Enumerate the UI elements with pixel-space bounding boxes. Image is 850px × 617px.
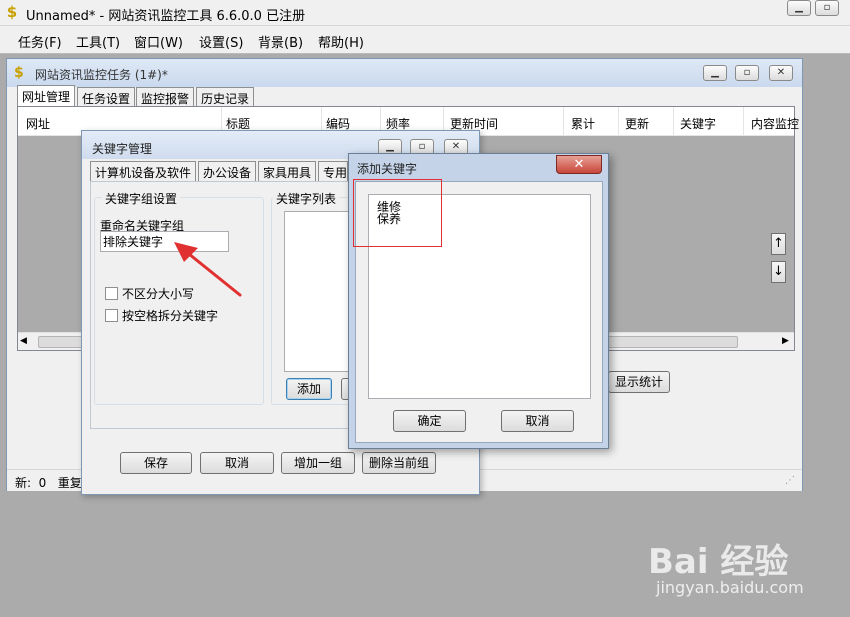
menu-task[interactable]: 任务(F) <box>18 32 62 51</box>
task-window-title-bar: $ 网站资讯监控任务 (1#)* ▁ ▫ ✕ <box>7 59 802 87</box>
tab-monitor-alarm[interactable]: 监控报警 <box>136 87 195 107</box>
close-icon[interactable]: ✕ <box>556 155 602 174</box>
column-header[interactable]: 内容监控 <box>751 115 799 132</box>
restore-icon[interactable]: ▫ <box>735 65 759 81</box>
main-title-bar: $ Unnamed* - 网站资讯监控工具 6.6.0.0 已注册 ▁ ▫ <box>0 0 850 26</box>
keyword-listbox[interactable] <box>284 211 354 372</box>
minimize-icon[interactable]: ▁ <box>703 65 727 81</box>
column-header[interactable]: 更新 <box>625 115 649 132</box>
dialog-title: 添加关键字 <box>357 162 418 176</box>
tab-furniture[interactable]: 家具用具 <box>258 161 317 181</box>
split-by-space-label: 按空格拆分关键字 <box>122 309 219 323</box>
maximize-icon[interactable]: ▫ <box>815 0 839 16</box>
menu-help[interactable]: 帮助(H) <box>318 32 364 51</box>
dollar-icon: $ <box>14 65 24 81</box>
tab-special[interactable]: 专用 <box>318 161 348 181</box>
column-header[interactable]: 累计 <box>571 115 595 132</box>
watermark-url: jingyan.baidu.com <box>656 578 804 597</box>
dialog-title: 关键字管理 <box>92 142 153 156</box>
menu-settings[interactable]: 设置(S) <box>199 32 243 51</box>
menu-bar: 任务(F) 工具(T) 窗口(W) 设置(S) 背景(B) 帮助(H) <box>0 26 850 54</box>
menu-tools[interactable]: 工具(T) <box>76 32 120 51</box>
delete-group-button[interactable]: 删除当前组 <box>362 452 436 474</box>
close-icon[interactable]: ✕ <box>769 65 793 81</box>
menu-background[interactable]: 背景(B) <box>258 32 303 51</box>
resize-grip-icon[interactable]: ⋰ <box>785 475 795 486</box>
annotation-arrow-icon <box>174 242 242 297</box>
highlight-box <box>353 179 442 247</box>
window-title: Unnamed* - 网站资讯监控工具 6.6.0.0 已注册 <box>26 9 306 24</box>
column-header[interactable]: 关键字 <box>680 115 716 132</box>
menu-window[interactable]: 窗口(W) <box>134 32 183 51</box>
cancel-button[interactable]: 取消 <box>200 452 274 474</box>
add-keyword-button[interactable]: 添加 <box>286 378 332 400</box>
scroll-left-icon[interactable]: ◀ <box>20 336 27 346</box>
save-button[interactable]: 保存 <box>120 452 192 474</box>
group-settings-label: 关键字组设置 <box>102 190 181 207</box>
split-by-space-checkbox[interactable] <box>105 309 118 322</box>
task-window-title: 网站资讯监控任务 (1#)* <box>35 68 168 82</box>
tab-office-equipment[interactable]: 办公设备 <box>198 161 257 181</box>
cancel-button[interactable]: 取消 <box>501 410 574 432</box>
keyword-list-label: 关键字列表 <box>273 190 340 207</box>
move-up-icon[interactable]: ↑ <box>771 233 786 255</box>
move-down-icon[interactable]: ↓ <box>771 261 786 283</box>
tab-task-settings[interactable]: 任务设置 <box>77 87 136 107</box>
dollar-icon: $ <box>6 3 18 21</box>
tab-url-management[interactable]: 网址管理 <box>17 85 76 107</box>
tab-computer-equipment[interactable]: 计算机设备及软件 <box>90 161 197 181</box>
add-group-button[interactable]: 增加一组 <box>281 452 355 474</box>
column-header[interactable]: 网址 <box>26 115 50 132</box>
minimize-icon[interactable]: ▁ <box>787 0 811 16</box>
case-insensitive-checkbox[interactable] <box>105 287 118 300</box>
ok-button[interactable]: 确定 <box>393 410 466 432</box>
status-text: 新: 0 重复 <box>15 476 82 490</box>
scroll-right-icon[interactable]: ▶ <box>782 336 789 346</box>
tab-history[interactable]: 历史记录 <box>196 87 255 107</box>
baidu-watermark-logo: Bai 经验 <box>648 542 789 582</box>
show-stats-button[interactable]: 显示统计 <box>608 371 670 393</box>
